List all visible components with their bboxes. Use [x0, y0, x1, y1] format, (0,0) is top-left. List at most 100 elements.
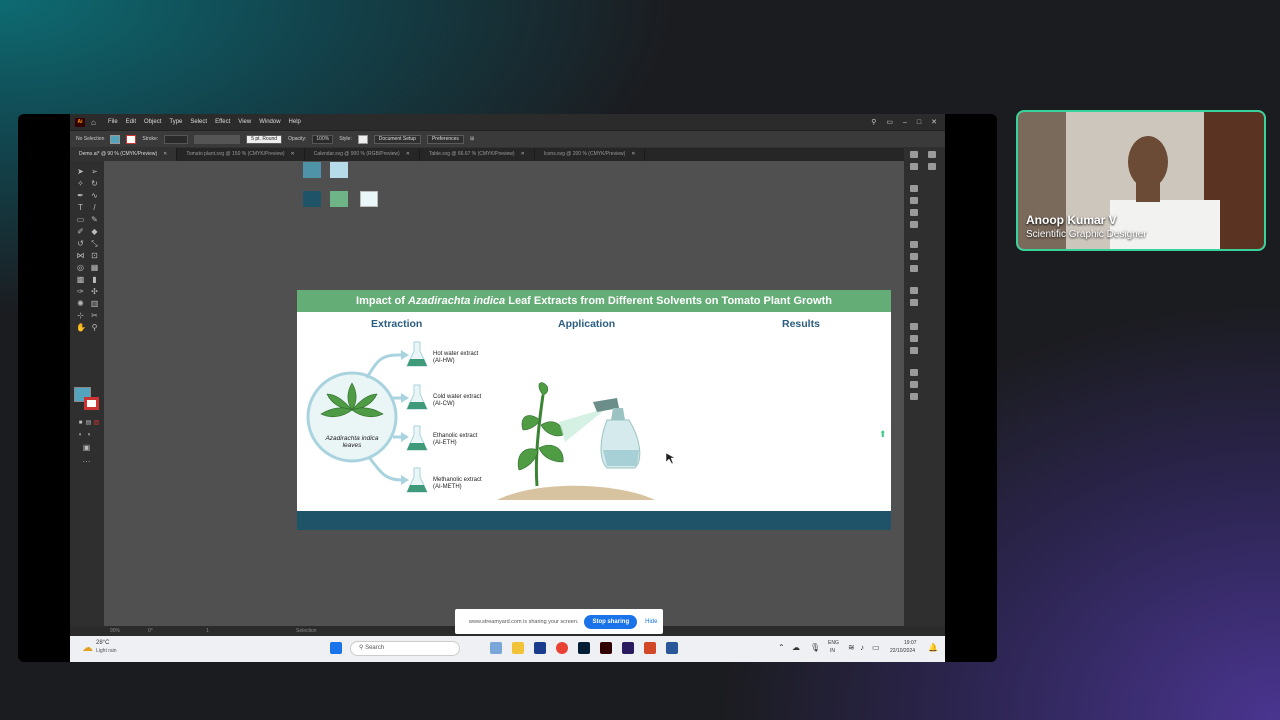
brushes-icon[interactable] [910, 209, 918, 216]
transparency-icon[interactable] [910, 265, 918, 272]
rotate-tool-icon[interactable]: ↺ [76, 239, 85, 248]
shape-builder-tool-icon[interactable]: ◎ [76, 263, 85, 272]
scale-tool-icon[interactable]: ⤡ [90, 239, 99, 248]
magic-wand-tool-icon[interactable]: ✧ [76, 179, 85, 188]
close-tab-icon[interactable]: ✕ [291, 151, 295, 157]
eraser-tool-icon[interactable]: ◆ [90, 227, 99, 236]
taskbar-search[interactable]: ⚲ Search [350, 641, 460, 656]
notification-bell-icon[interactable]: 🔔 [928, 643, 938, 652]
eyedropper-tool-icon[interactable]: ✑ [76, 287, 85, 296]
artboard[interactable]: Impact of Azadirachta indica Leaf Extrac… [297, 290, 891, 530]
menu-help[interactable]: Help [289, 119, 301, 125]
appearance-icon[interactable] [910, 287, 918, 294]
more-tools-icon[interactable]: ··· [82, 457, 91, 466]
paintbrush-tool-icon[interactable]: ✎ [90, 215, 99, 224]
artboard-tool-icon[interactable]: ⊹ [76, 311, 85, 320]
rotate-view[interactable]: 0° [148, 628, 153, 634]
menu-view[interactable]: View [238, 119, 251, 125]
column-graph-tool-icon[interactable]: ▥ [90, 299, 99, 308]
layers-panel-icon[interactable] [910, 323, 918, 330]
hide-banner-button[interactable]: Hide [645, 619, 657, 625]
tab-demo[interactable]: Demo.ai* @ 90 % (CMYK/Preview) ✕ [70, 148, 178, 161]
hand-tool-icon[interactable]: ✋ [76, 323, 86, 332]
brush-dropdown[interactable]: 5 pt. Round [246, 134, 283, 144]
app-l-icon[interactable] [534, 642, 546, 654]
weather-icon[interactable]: ☁ [82, 641, 93, 654]
swatch-rect[interactable] [330, 162, 348, 178]
mesh-tool-icon[interactable]: ▩ [76, 275, 85, 284]
screen-mode-icon[interactable]: ▣ [82, 443, 91, 452]
weather-desc[interactable]: Light rain [96, 648, 117, 654]
artboard-number[interactable]: 1 [206, 628, 209, 634]
stroke-swatch[interactable] [126, 134, 137, 144]
chevron-up-icon[interactable]: ⌃ [778, 643, 785, 652]
menu-edit[interactable]: Edit [126, 119, 136, 125]
blend-tool-icon[interactable]: ✣ [90, 287, 99, 296]
menu-window[interactable]: Window [259, 119, 280, 125]
preferences-button[interactable]: Preferences [426, 134, 464, 144]
draw-behind-icon[interactable]: ◑ [84, 431, 93, 440]
close-tab-icon[interactable]: ✕ [521, 151, 525, 157]
swatch-rect[interactable] [360, 191, 378, 207]
stroke-color-box[interactable] [84, 397, 99, 410]
premiere-icon[interactable] [622, 642, 634, 654]
cloud-icon[interactable]: ☁ [792, 643, 800, 652]
shaper-tool-icon[interactable]: ✐ [76, 227, 85, 236]
menu-type[interactable]: Type [169, 119, 182, 125]
chrome-icon[interactable] [556, 642, 568, 654]
artboards-icon[interactable] [910, 347, 918, 354]
menu-select[interactable]: Select [190, 119, 207, 125]
close-tab-icon[interactable]: ✕ [406, 151, 410, 157]
tab-calendar[interactable]: Calendar.svg @ 900 % (RGB/Preview) ✕ [305, 148, 420, 161]
libraries-icon[interactable] [910, 163, 918, 170]
microphone-icon[interactable]: 🎙 [810, 643, 820, 652]
stroke-panel-icon[interactable] [910, 241, 918, 248]
participant-video-tile[interactable]: Anoop Kumar V Scientific Graphic Designe… [1016, 110, 1266, 251]
close-tab-icon[interactable]: ✕ [163, 151, 167, 157]
home-icon[interactable]: ⌂ [91, 118, 100, 127]
opacity-input[interactable]: 100% [312, 134, 334, 144]
start-icon[interactable] [330, 642, 342, 654]
swatches-icon[interactable] [910, 197, 918, 204]
color-panel-icon[interactable] [928, 163, 936, 170]
none-mode-icon[interactable]: ▨ [92, 419, 101, 428]
clock-date[interactable]: 22/10/2024 [890, 648, 915, 654]
minimize-icon[interactable]: – [903, 119, 907, 126]
maximize-icon[interactable]: □ [917, 119, 921, 126]
tab-tomato-plant[interactable]: Tomato plant.svg @ 150 % (CMYK/Preview) ✕ [177, 148, 305, 161]
stroke-weight-dropdown[interactable] [164, 134, 189, 144]
symbol-sprayer-tool-icon[interactable]: ✺ [76, 299, 85, 308]
swatch-rect[interactable] [303, 191, 321, 207]
copilot-icon[interactable] [490, 642, 502, 654]
document-setup-button[interactable]: Document Setup [373, 134, 421, 144]
pathfinder-icon[interactable] [910, 393, 918, 400]
export-icon[interactable] [910, 335, 918, 342]
symbols-icon[interactable] [910, 221, 918, 228]
region-indicator[interactable]: IN [830, 648, 835, 654]
close-tab-icon[interactable]: ✕ [631, 151, 635, 157]
menu-object[interactable]: Object [144, 119, 161, 125]
type-tool-icon[interactable]: T [76, 203, 85, 212]
zoom-level[interactable]: 90% [110, 628, 120, 634]
width-tool-icon[interactable]: ⋈ [76, 251, 85, 260]
direct-selection-tool-icon[interactable]: ➢ [90, 167, 99, 176]
search-icon[interactable]: ⚲ [871, 118, 876, 126]
stop-sharing-button[interactable]: Stop sharing [584, 614, 638, 629]
word-icon[interactable] [666, 642, 678, 654]
menu-file[interactable]: File [108, 119, 118, 125]
clock-time[interactable]: 19:07 [904, 640, 917, 646]
canvas[interactable]: Impact of Azadirachta indica Leaf Extrac… [104, 161, 904, 626]
selection-tool-icon[interactable]: ➤ [76, 167, 85, 176]
variable-width-dropdown[interactable] [194, 134, 241, 144]
close-icon[interactable]: ✕ [931, 118, 937, 126]
menu-effect[interactable]: Effect [215, 119, 230, 125]
file-explorer-icon[interactable] [512, 642, 524, 654]
wifi-icon[interactable]: ≋ [848, 643, 855, 652]
zoom-tool-icon[interactable]: ⚲ [90, 323, 99, 332]
curvature-tool-icon[interactable]: ∿ [90, 191, 99, 200]
battery-icon[interactable]: ▭ [872, 643, 880, 652]
fill-swatch[interactable] [110, 134, 121, 144]
photoshop-icon[interactable] [578, 642, 590, 654]
line-tool-icon[interactable]: / [90, 203, 99, 212]
tab-table[interactable]: Table.svg @ 66.67 % (CMYK/Preview) ✕ [420, 148, 535, 161]
